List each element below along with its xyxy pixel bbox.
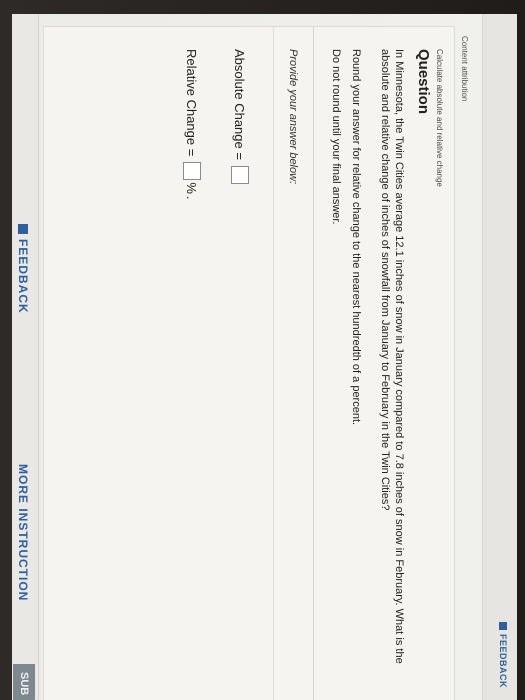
question-text: In Minnesota, the Twin Cities average 12… xyxy=(379,49,405,664)
divider xyxy=(273,27,274,700)
more-instruction-button[interactable]: MORE INSTRUCTION xyxy=(16,464,30,601)
percent-sign: % xyxy=(184,182,200,194)
answer-prompt: Provide your answer below: xyxy=(287,49,299,185)
content-attribution-link[interactable]: Content attribution xyxy=(460,36,469,101)
divider xyxy=(313,27,314,700)
absolute-change-input[interactable] xyxy=(231,165,249,184)
instruction-no-round: Do not round until your final answer. xyxy=(330,49,342,225)
browser-screen: FEEDBACK Content attribution Calculate a… xyxy=(12,14,517,700)
absolute-change-row: Absolute Change = xyxy=(231,49,249,184)
question-card: Calculate absolute and relative change Q… xyxy=(43,26,455,700)
feedback-top-button[interactable]: FEEDBACK xyxy=(498,621,508,688)
bottom-toolbar: FEEDBACK MORE INSTRUCTION SUB xyxy=(12,14,39,700)
photo-scene: FEEDBACK Content attribution Calculate a… xyxy=(0,0,525,700)
feedback-bottom-label: FEEDBACK xyxy=(16,239,30,314)
submit-button[interactable]: SUB xyxy=(13,664,35,700)
top-bar: FEEDBACK xyxy=(482,14,517,700)
relative-change-row: Relative Change = % . xyxy=(183,49,201,200)
absolute-change-label: Absolute Change = xyxy=(232,49,248,160)
feedback-bottom-button[interactable]: FEEDBACK xyxy=(16,224,30,314)
feedback-icon xyxy=(18,224,28,234)
relative-change-label: Relative Change = xyxy=(184,49,200,157)
feedback-icon xyxy=(499,621,507,630)
question-subtitle: Calculate absolute and relative change xyxy=(435,49,444,187)
question-title: Question xyxy=(415,49,432,115)
trailing-period: . xyxy=(184,195,200,200)
instruction-round: Round your answer for relative change to… xyxy=(350,49,362,426)
relative-change-input[interactable] xyxy=(183,162,201,181)
feedback-top-label: FEEDBACK xyxy=(498,633,508,688)
